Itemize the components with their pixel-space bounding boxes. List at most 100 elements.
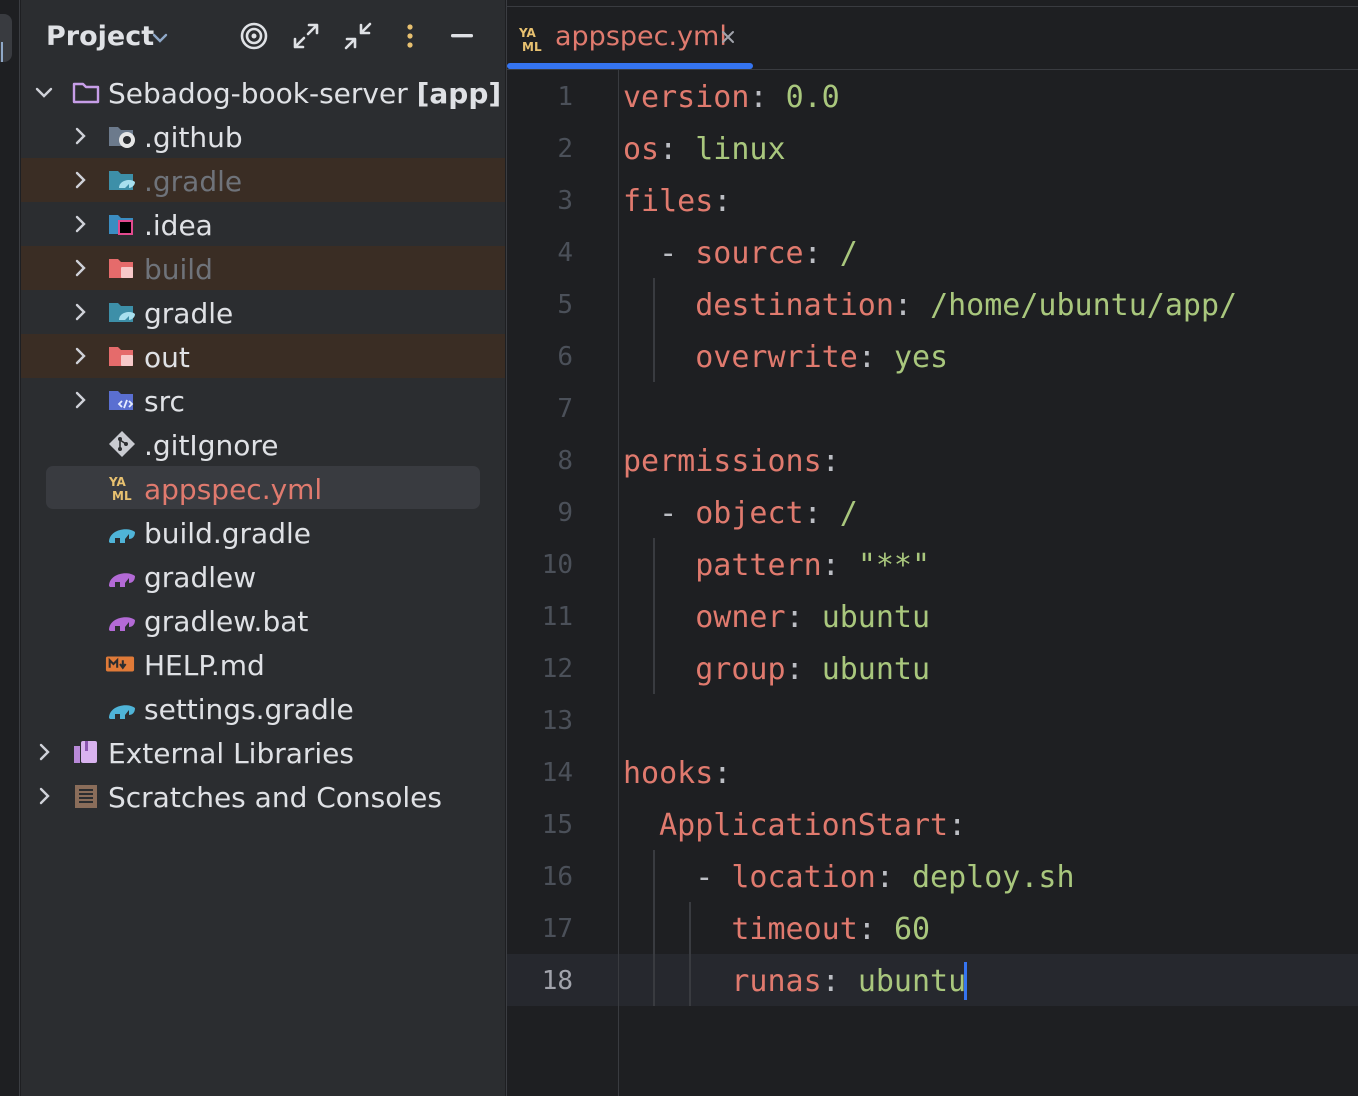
- hide-panel-icon[interactable]: [446, 20, 478, 52]
- tree-item-gradlew[interactable]: gradlew: [21, 554, 505, 598]
- line-number: 12: [541, 654, 573, 684]
- line-number: 7: [557, 394, 573, 424]
- tab-appspec-yml[interactable]: YA ML appspec.yml: [507, 8, 753, 70]
- panel-title[interactable]: Project: [46, 21, 154, 52]
- line-number: 18: [541, 966, 573, 996]
- more-options-icon[interactable]: [394, 20, 426, 52]
- project-panel: Project Sebadog-book-server [app] .githu…: [21, 0, 505, 1096]
- chevron-right-icon[interactable]: [69, 213, 91, 235]
- code-line[interactable]: owner: ubuntu: [623, 592, 930, 644]
- tree-item-label: src: [144, 385, 185, 418]
- chevron-right-icon[interactable]: [69, 389, 91, 411]
- idea-folder-icon: [109, 215, 133, 235]
- yaml-punctuation: :: [857, 340, 894, 375]
- excluded-folder-icon: [109, 259, 133, 278]
- tree-item-dot-gradle[interactable]: .gradle: [21, 158, 505, 202]
- yaml-punctuation: :: [875, 860, 912, 895]
- project-toolwindow-button[interactable]: [0, 14, 12, 62]
- yaml-key: location: [731, 860, 876, 895]
- tree-item-appspec[interactable]: YA ML appspec.yml: [21, 466, 505, 510]
- tree-item-settings-gradle[interactable]: settings.gradle: [21, 686, 505, 730]
- tree-item-label: Sebadog-book-server [app]: [108, 77, 502, 110]
- library-icon: [74, 741, 97, 763]
- tree-item-github[interactable]: .github: [21, 114, 505, 158]
- gradle-folder-icon: [109, 303, 135, 322]
- line-number: 14: [541, 758, 573, 788]
- collapse-all-icon[interactable]: [342, 20, 374, 52]
- code-line[interactable]: pattern: "**": [623, 540, 930, 592]
- tree-item-gradle[interactable]: gradle: [21, 290, 505, 334]
- code-line[interactable]: runas: ubuntu: [623, 956, 966, 1008]
- active-tab-indicator: [507, 63, 753, 69]
- code-line[interactable]: permissions:: [623, 436, 840, 488]
- close-icon[interactable]: [719, 28, 737, 46]
- yaml-key: os: [623, 132, 660, 167]
- code-line[interactable]: os: linux: [623, 124, 786, 176]
- yaml-punctuation: [623, 808, 659, 843]
- chevron-right-icon[interactable]: [69, 125, 91, 147]
- code-line[interactable]: ApplicationStart:: [623, 800, 966, 852]
- tree-item-gradlew-bat[interactable]: gradlew.bat: [21, 598, 505, 642]
- tree-item-external-libraries[interactable]: External Libraries: [21, 730, 505, 774]
- yaml-punctuation: [623, 652, 695, 687]
- code-line[interactable]: destination: /home/ubuntu/app/: [623, 280, 1237, 332]
- chevron-right-icon[interactable]: [69, 257, 91, 279]
- gradle-elephant-icon: [109, 617, 135, 631]
- tree-item-src[interactable]: src: [21, 378, 505, 422]
- line-number: 11: [541, 602, 573, 632]
- yaml-key: timeout: [731, 912, 858, 947]
- chevron-right-icon[interactable]: [33, 741, 55, 763]
- text-caret: [964, 962, 967, 1000]
- yaml-punctuation: :: [659, 132, 696, 167]
- yaml-punctuation: [623, 288, 695, 323]
- code-line[interactable]: - source: /: [623, 228, 858, 280]
- chevron-right-icon[interactable]: [69, 301, 91, 323]
- yaml-punctuation: :: [821, 444, 840, 479]
- code-line[interactable]: overwrite: yes: [623, 332, 948, 384]
- code-line[interactable]: files:: [623, 176, 731, 228]
- code-line[interactable]: version: 0.0: [623, 72, 840, 124]
- gradle-elephant-icon: [109, 573, 135, 587]
- yaml-key: object: [695, 496, 804, 531]
- yaml-punctuation: [623, 548, 695, 583]
- tree-item-build[interactable]: build: [21, 246, 505, 290]
- yaml-key: overwrite: [695, 340, 858, 375]
- tree-item-scratches[interactable]: Scratches and Consoles: [21, 774, 505, 818]
- yaml-key: version: [623, 80, 750, 115]
- tree-item-label: out: [144, 341, 190, 374]
- yaml-punctuation: [623, 964, 731, 999]
- locate-target-icon[interactable]: [238, 20, 270, 52]
- yaml-punctuation: :: [713, 184, 732, 219]
- yaml-value: linux: [695, 132, 786, 167]
- tree-item-label: .gitIgnore: [144, 429, 279, 462]
- tree-item-idea[interactable]: .idea: [21, 202, 505, 246]
- chevron-right-icon[interactable]: [69, 345, 91, 367]
- chevron-right-icon[interactable]: [33, 785, 55, 807]
- tree-item-build-gradle[interactable]: build.gradle: [21, 510, 505, 554]
- yaml-punctuation: [623, 340, 695, 375]
- chevron-down-icon[interactable]: [149, 27, 171, 49]
- code-line[interactable]: hooks:: [623, 748, 731, 800]
- code-line[interactable]: group: ubuntu: [623, 644, 930, 696]
- code-line[interactable]: - object: /: [623, 488, 858, 540]
- yaml-value: deploy.sh: [912, 860, 1075, 895]
- expand-all-icon[interactable]: [290, 20, 322, 52]
- tree-item-out[interactable]: out: [21, 334, 505, 378]
- tree-item-help-md[interactable]: HELP.md: [21, 642, 505, 686]
- code-line[interactable]: - location: deploy.sh: [623, 852, 1075, 904]
- yaml-punctuation: :: [785, 600, 822, 635]
- yaml-key: group: [695, 652, 786, 687]
- yaml-punctuation: :: [821, 964, 858, 999]
- tree-item-gitignore[interactable]: .gitIgnore: [21, 422, 505, 466]
- chevron-down-icon[interactable]: [33, 81, 55, 103]
- code-line[interactable]: timeout: 60: [623, 904, 930, 956]
- tree-item-root[interactable]: Sebadog-book-server [app]: [21, 70, 505, 114]
- yaml-punctuation: :: [948, 808, 967, 843]
- tool-window-stripe: [0, 0, 20, 1096]
- ide-window: Project Sebadog-book-server [app] .githu…: [0, 0, 1358, 1096]
- gradle-elephant-icon: [109, 529, 135, 543]
- tree-item-label: build.gradle: [144, 517, 311, 550]
- line-number: 17: [541, 914, 573, 944]
- tree-item-label: gradlew: [144, 561, 257, 594]
- chevron-right-icon[interactable]: [69, 169, 91, 191]
